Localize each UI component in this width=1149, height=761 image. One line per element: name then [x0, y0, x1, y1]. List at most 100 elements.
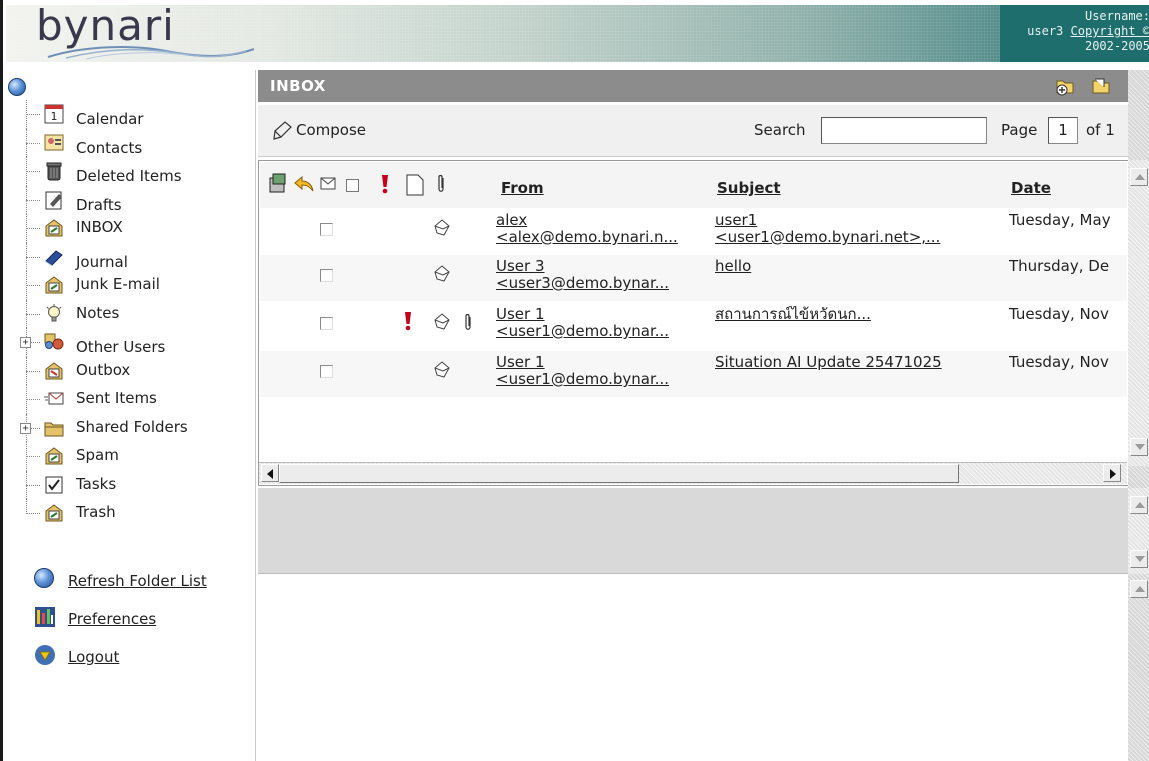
folder-label[interactable]: Notes	[76, 304, 119, 322]
folder-label[interactable]: Shared Folders	[76, 418, 188, 436]
message-select-checkbox[interactable]	[320, 269, 333, 282]
message-row[interactable]: User 1 <user1@demo.bynar... Situation AI U…	[260, 351, 1127, 397]
message-date: Thursday, De	[1009, 258, 1110, 275]
globe-icon[interactable]	[8, 78, 26, 96]
scroll-right-button[interactable]	[1103, 464, 1121, 482]
message-list: From Subject Date alex <alex@demo.bynari.…	[258, 160, 1128, 486]
expand-plus-icon[interactable]: +	[20, 337, 31, 348]
message-from[interactable]: User 1 <user1@demo.bynar...	[496, 354, 710, 388]
from-address[interactable]: <user1@demo.bynar...	[496, 323, 710, 340]
scroll-left-button[interactable]	[261, 464, 279, 482]
message-subject[interactable]: Situation AI Update 25471025	[715, 354, 1005, 371]
read-envelope-icon	[434, 361, 450, 378]
message-select-checkbox[interactable]	[320, 223, 333, 236]
tree-branch-line	[26, 142, 40, 144]
folder-label[interactable]: Calendar	[76, 110, 143, 128]
logout-label[interactable]: Logout	[68, 648, 119, 666]
list-vertical-scrollbar[interactable]	[1128, 160, 1149, 466]
mail-folder-icon	[44, 218, 64, 238]
preferences-icon	[35, 607, 55, 627]
folder-label[interactable]: Trash	[76, 503, 116, 521]
priority-icon[interactable]	[380, 174, 390, 194]
page-of-label: of 1	[1086, 121, 1115, 139]
message-from[interactable]: User 3 <user3@demo.bynar...	[496, 258, 710, 292]
from-address[interactable]: <user1@demo.bynar...	[496, 371, 710, 388]
body-scroll-up-button[interactable]	[1130, 580, 1148, 598]
folder-label[interactable]: Junk E-mail	[76, 275, 160, 293]
message-subject[interactable]: user1 <user1@demo.bynari.net>,...	[715, 212, 1005, 246]
column-date[interactable]: Date	[1011, 179, 1051, 197]
tree-connector-line	[26, 499, 27, 514]
preview-vertical-scrollbar[interactable]	[1128, 488, 1149, 574]
move-to-folder-icon[interactable]	[268, 172, 288, 194]
select-all-checkbox[interactable]	[346, 179, 359, 192]
message-from[interactable]: alex <alex@demo.bynari.n...	[496, 212, 710, 246]
message-select-checkbox[interactable]	[320, 317, 333, 330]
from-name[interactable]: User 1	[496, 306, 710, 323]
username-label: Username:	[1084, 9, 1149, 23]
app-window: bynari Username: user3 Copyright © 2002-…	[0, 0, 1149, 761]
folder-label[interactable]: Deleted Items	[76, 167, 182, 185]
message-row[interactable]: alex <alex@demo.bynari.n... user1 <user1@de…	[260, 209, 1127, 255]
folder-label[interactable]: Tasks	[76, 475, 116, 493]
folder-label[interactable]: Drafts	[76, 196, 122, 214]
copyright-link[interactable]: Copyright ©	[1071, 24, 1149, 38]
folder-label[interactable]: Other Users	[76, 338, 165, 356]
tree-branch-line	[26, 228, 40, 229]
folder-label[interactable]: INBOX	[76, 218, 123, 236]
folder-label[interactable]: Contacts	[76, 139, 142, 157]
document-icon[interactable]	[406, 174, 424, 196]
message-subject[interactable]: สถานการณ์ไข้หวัดนก...	[715, 306, 1005, 323]
inbox-title: INBOX	[270, 77, 326, 95]
from-name[interactable]: alex	[496, 212, 710, 229]
users-icon	[44, 332, 64, 352]
expand-plus-icon[interactable]: +	[20, 422, 31, 434]
folder-label[interactable]: Outbox	[76, 361, 130, 379]
compose-button[interactable]: Compose	[272, 119, 366, 141]
subject-line[interactable]: สถานการณ์ไข้หวัดนก...	[715, 306, 1005, 323]
reply-arrow-icon[interactable]	[293, 174, 315, 194]
folder-label[interactable]: Spam	[76, 446, 119, 464]
tree-branch-line	[26, 513, 40, 514]
tree-branch-line	[26, 313, 40, 315]
from-name[interactable]: User 3	[496, 258, 710, 275]
message-subject[interactable]: hello	[715, 258, 1005, 275]
folder-label[interactable]: Sent Items	[76, 389, 157, 407]
from-address[interactable]: <alex@demo.bynari.n...	[496, 229, 710, 246]
scroll-up-button[interactable]	[1130, 168, 1148, 186]
tree-branch-line	[26, 399, 40, 400]
envelope-icon[interactable]	[320, 177, 336, 190]
drafts-icon	[44, 190, 64, 210]
attachment-icon[interactable]	[436, 174, 446, 194]
preview-header-pane	[258, 488, 1128, 574]
message-from[interactable]: User 1 <user1@demo.bynar...	[496, 306, 710, 340]
inbox-toolbar: Compose Search Page 1 of 1	[258, 105, 1128, 157]
mail-folder-icon	[44, 275, 64, 295]
subject-line[interactable]: Situation AI Update 25471025	[715, 354, 1005, 371]
subject-line[interactable]: hello	[715, 258, 1005, 275]
message-select-checkbox[interactable]	[320, 365, 333, 378]
scroll-down-button[interactable]	[1130, 438, 1148, 456]
list-horizontal-scrollbar[interactable]	[259, 462, 1127, 484]
refresh-folder-list-label[interactable]: Refresh Folder List	[68, 572, 207, 590]
page-number-input[interactable]: 1	[1048, 117, 1078, 144]
folder-label[interactable]: Journal	[76, 253, 128, 271]
message-row[interactable]: User 3 <user3@demo.bynar... hello Thursday,…	[260, 255, 1127, 301]
subject-line-2[interactable]: <user1@demo.bynari.net>,...	[715, 229, 1005, 246]
message-row[interactable]: User 1 <user1@demo.bynar... สถานการณ์ไข้หว…	[260, 303, 1127, 349]
tree-branch-line	[26, 256, 40, 258]
horizontal-scroll-thumb[interactable]	[279, 464, 959, 483]
column-subject[interactable]: Subject	[717, 179, 781, 197]
from-name[interactable]: User 1	[496, 354, 710, 371]
read-envelope-icon	[434, 219, 450, 236]
preview-scroll-up-button[interactable]	[1130, 496, 1148, 514]
preview-scroll-down-button[interactable]	[1130, 550, 1148, 568]
tree-branch-line	[26, 199, 40, 201]
preferences-label[interactable]: Preferences	[68, 610, 156, 628]
subject-line[interactable]: user1	[715, 212, 1005, 229]
from-address[interactable]: <user3@demo.bynar...	[496, 275, 710, 292]
folder-options-icon[interactable]	[1090, 75, 1112, 97]
search-input[interactable]	[821, 117, 987, 144]
column-from[interactable]: From	[501, 179, 544, 197]
new-folder-icon[interactable]	[1054, 75, 1076, 97]
